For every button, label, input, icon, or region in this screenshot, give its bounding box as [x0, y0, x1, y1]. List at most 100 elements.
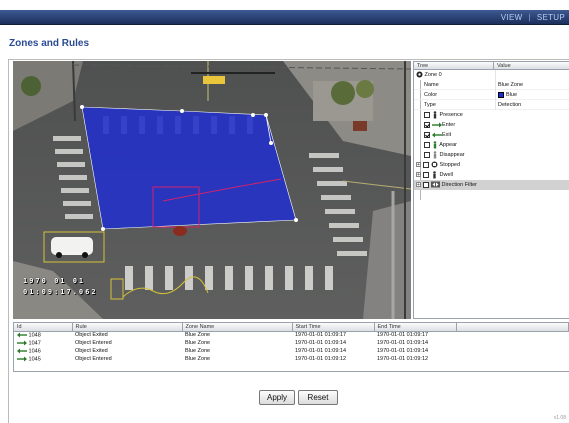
- appear-checkbox[interactable]: [424, 141, 430, 148]
- event-start: 1970-01-01 01:09:14: [295, 348, 347, 354]
- event-end: 1970-01-01 01:09:12: [377, 356, 429, 362]
- video-date-overlay: 1970 01 01: [23, 277, 86, 285]
- event-id: 1046: [28, 348, 41, 355]
- rule-label-enter: Enter: [442, 122, 456, 128]
- exit-arrow-icon: [17, 332, 27, 338]
- event-end: 1970-01-01 01:09:14: [377, 340, 429, 346]
- apply-button[interactable]: Apply: [259, 390, 295, 405]
- col-header-zone[interactable]: Zone Name: [182, 323, 293, 332]
- prop-value-color: Blue: [506, 92, 518, 98]
- exit-arrow-icon: [17, 348, 27, 354]
- color-swatch[interactable]: [498, 91, 504, 98]
- prop-label-type: Type: [424, 102, 436, 108]
- rule-label-exit: Exit: [442, 132, 452, 138]
- enter-checkbox[interactable]: [424, 121, 430, 128]
- zone-label: Zone 0: [424, 72, 442, 78]
- event-zone: Blue Zone: [185, 332, 211, 339]
- prop-label-color: Color: [424, 92, 438, 98]
- event-rule: Object Entered: [75, 340, 112, 346]
- rule-row-direction-filter[interactable]: + Direction Filter: [414, 180, 569, 190]
- prop-value-name[interactable]: Blue Zone: [495, 80, 569, 90]
- col-header-start[interactable]: Start Time: [292, 323, 375, 332]
- rule-row-appear[interactable]: Appear: [414, 140, 569, 150]
- rule-label-presence: Presence: [439, 112, 463, 118]
- tree-column-header[interactable]: Tree: [414, 62, 494, 69]
- value-column-header[interactable]: Value: [494, 62, 569, 69]
- dwell-checkbox[interactable]: [423, 171, 429, 178]
- video-time-overlay: 01:09:17.062: [23, 288, 98, 296]
- stopped-checkbox[interactable]: [423, 161, 429, 168]
- tree-row-color[interactable]: Color Blue: [414, 90, 569, 100]
- tree-row-type[interactable]: Type Detection: [414, 100, 569, 110]
- person-icon: [433, 110, 437, 119]
- tree-zone-node[interactable]: Zone 0: [414, 70, 569, 80]
- col-header-rule[interactable]: Rule: [72, 323, 183, 332]
- direction-icon: [431, 181, 440, 188]
- direction-checkbox[interactable]: [423, 181, 429, 188]
- event-id: 1048: [28, 332, 41, 339]
- events-table: Id Rule Zone Name Start Time End Time 10…: [13, 322, 569, 372]
- reset-button[interactable]: Reset: [298, 390, 338, 405]
- event-id: 1047: [28, 340, 41, 347]
- table-row[interactable]: 1045 Object Entered Blue Zone 1970-01-01…: [14, 355, 569, 363]
- tree-header: Tree Value: [414, 62, 569, 70]
- event-start: 1970-01-01 01:09:14: [295, 340, 347, 346]
- rule-label-disappear: Disappear: [439, 152, 465, 158]
- rule-row-presence[interactable]: Presence: [414, 110, 569, 120]
- nav-view-link[interactable]: VIEW: [501, 13, 523, 22]
- dwell-expand-toggle[interactable]: +: [416, 172, 421, 178]
- prop-value-color-cell[interactable]: Blue: [495, 90, 569, 100]
- prop-value-type[interactable]: Detection: [495, 100, 569, 110]
- rule-row-exit[interactable]: Exit: [414, 130, 569, 140]
- prop-label-name: Name: [424, 82, 439, 88]
- version-label: v1.08: [553, 415, 566, 421]
- event-rule: Object Entered: [75, 356, 112, 362]
- page-title: Zones and Rules: [9, 38, 90, 49]
- top-nav-bar: VIEW | SETUP: [0, 10, 569, 25]
- zone-node-icon: [416, 71, 423, 78]
- dwell-icon: [433, 170, 436, 179]
- table-row[interactable]: 1047 Object Entered Blue Zone 1970-01-01…: [14, 339, 569, 347]
- presence-checkbox[interactable]: [424, 111, 430, 118]
- event-zone: Blue Zone: [185, 348, 211, 354]
- nav-separator: |: [528, 13, 531, 22]
- rule-label-appear: Appear: [439, 142, 457, 148]
- event-start: 1970-01-01 01:09:12: [295, 356, 347, 362]
- enter-arrow-icon: [17, 356, 27, 362]
- rule-label-stopped: Stopped: [439, 162, 461, 168]
- event-end: 1970-01-01 01:09:14: [377, 348, 429, 354]
- event-rule: Object Exited: [75, 348, 108, 354]
- top-nav: VIEW | SETUP: [501, 13, 565, 22]
- appear-icon: [433, 140, 437, 149]
- rule-row-stopped[interactable]: + Stopped: [414, 160, 569, 170]
- enter-arrow-icon: [17, 340, 27, 346]
- stopped-icon: [431, 161, 438, 168]
- exit-checkbox[interactable]: [424, 131, 430, 138]
- nav-setup-link[interactable]: SETUP: [537, 13, 565, 22]
- event-id: 1045: [28, 356, 41, 363]
- col-header-spacer: [456, 323, 569, 332]
- event-zone: Blue Zone: [185, 340, 211, 346]
- col-header-id[interactable]: Id: [14, 323, 73, 332]
- direction-expand-toggle[interactable]: +: [416, 182, 421, 188]
- table-row[interactable]: 1046 Object Exited Blue Zone 1970-01-01 …: [14, 347, 569, 355]
- camera-video-feed[interactable]: 1970 01 01 01:09:17.062: [13, 61, 411, 319]
- rule-row-disappear[interactable]: Disappear: [414, 150, 569, 160]
- event-start: 1970-01-01 01:09:17: [295, 332, 347, 339]
- exit-arrow-icon: [432, 132, 442, 138]
- stopped-expand-toggle[interactable]: +: [416, 162, 421, 168]
- rule-label-direction-filter: Direction Filter: [441, 182, 477, 188]
- rule-label-dwell: Dwell: [439, 172, 453, 178]
- disappear-checkbox[interactable]: [424, 151, 430, 158]
- table-row[interactable]: 1048 Object Exited Blue Zone 1970-01-01 …: [14, 331, 569, 339]
- tree-row-name[interactable]: Name Blue Zone: [414, 80, 569, 90]
- zones-rules-panel: 1970 01 01 01:09:17.062 Tree Value Zone …: [8, 59, 569, 423]
- disappear-icon: [433, 150, 437, 159]
- rule-row-dwell[interactable]: + Dwell: [414, 170, 569, 180]
- event-zone: Blue Zone: [185, 356, 211, 362]
- rule-row-enter[interactable]: Enter: [414, 120, 569, 130]
- enter-arrow-icon: [432, 122, 442, 128]
- event-end: 1970-01-01 01:09:17: [377, 332, 429, 339]
- event-rule: Object Exited: [75, 332, 108, 339]
- col-header-end[interactable]: End Time: [374, 323, 457, 332]
